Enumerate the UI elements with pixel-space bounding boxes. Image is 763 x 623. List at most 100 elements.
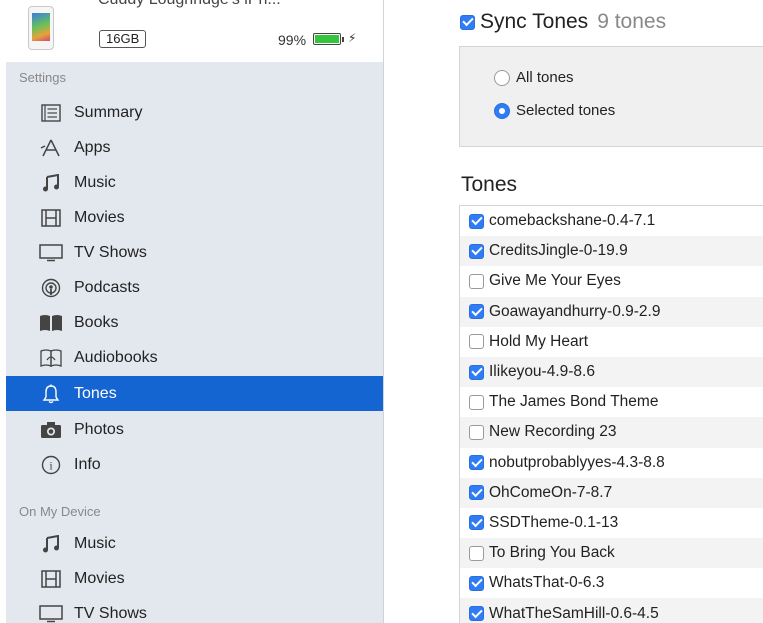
tone-row[interactable]: Ilikeyou-4.9-8.6 (460, 356, 763, 388)
sidebar-item-label: Music (74, 534, 116, 552)
tone-row[interactable]: To Bring You Back (460, 538, 763, 569)
tone-name: WhatTheSamHill-0.6-4.5 (489, 604, 659, 622)
tone-row[interactable]: Hold My Heart (460, 327, 763, 357)
bell-icon (38, 381, 64, 407)
sync-tones-label[interactable]: Sync Tones (480, 10, 588, 34)
main-panel: Sync Tones 9 tones All tones Selected to… (440, 0, 763, 623)
tone-row[interactable]: Give Me Your Eyes (460, 266, 763, 296)
device-name[interactable]: Cuddy Loughridge's iPh... (98, 0, 281, 9)
sidebar-item-movies[interactable]: Movies (6, 200, 383, 235)
tone-checkbox[interactable] (469, 394, 484, 410)
selected-tones-option[interactable]: Selected tones (494, 102, 615, 119)
movies-icon (38, 566, 64, 592)
sidebar-item-music[interactable]: Music (6, 165, 383, 200)
tone-checkbox[interactable] (469, 304, 484, 320)
camera-icon (38, 417, 64, 443)
sidebar-item-podcasts[interactable]: Podcasts (6, 270, 383, 305)
books-icon (38, 310, 64, 336)
audiobooks-icon (38, 345, 64, 371)
battery-percent: 99% (278, 32, 307, 48)
music-icon (38, 170, 64, 196)
sync-tones-row: Sync Tones 9 tones (460, 10, 666, 34)
selected-tones-label: Selected tones (516, 102, 616, 119)
podcasts-icon (38, 275, 64, 301)
sidebar-item-label: Music (74, 173, 116, 191)
apps-icon (38, 135, 64, 161)
sidebar-item-tv-shows[interactable]: TV Shows (6, 235, 383, 270)
tone-checkbox[interactable] (469, 545, 484, 561)
sidebar-item-label: Podcasts (74, 278, 140, 296)
sidebar-item-label: Photos (74, 420, 124, 438)
tone-checkbox[interactable] (469, 243, 484, 259)
sidebar-item-label: Tones (74, 384, 117, 402)
sidebar-item-summary[interactable]: Summary (6, 95, 383, 130)
sidebar-item-label: Summary (74, 103, 143, 121)
sidebar-item-label: Info (74, 455, 101, 473)
tv-icon (38, 601, 64, 623)
tone-name: Give Me Your Eyes (489, 272, 621, 290)
sidebar-item-label: TV Shows (74, 604, 147, 622)
tone-count: 9 tones (597, 10, 667, 33)
all-tones-option[interactable]: All tones (494, 69, 574, 86)
tone-row[interactable]: WhatsThat-0-6.3 (460, 568, 763, 598)
sidebar-item-label: Movies (74, 208, 125, 226)
tone-row[interactable]: New Recording 23 (460, 417, 763, 448)
music-icon (38, 531, 64, 557)
battery-icon (313, 33, 344, 45)
tone-name: Hold My Heart (489, 332, 589, 350)
tone-row[interactable]: The James Bond Theme (460, 387, 763, 417)
svg-text:i: i (49, 458, 53, 472)
all-tones-label: All tones (516, 69, 574, 86)
tone-name: Goawayandhurry-0.9-2.9 (489, 302, 661, 320)
sync-options-box: All tones Selected tones (459, 46, 763, 147)
sidebar-item-photos[interactable]: Photos (6, 412, 383, 447)
movies-icon (38, 205, 64, 231)
sidebar-item-device-music[interactable]: Music (6, 526, 383, 561)
sidebar-item-apps[interactable]: Apps (6, 130, 383, 165)
tone-checkbox[interactable] (469, 364, 484, 380)
tone-row[interactable]: Goawayandhurry-0.9-2.9 (460, 296, 763, 327)
tone-name: WhatsThat-0-6.3 (489, 574, 605, 592)
tone-checkbox[interactable] (469, 424, 484, 440)
capacity-badge: 16GB (99, 30, 147, 48)
sidebar-item-label: Audiobooks (74, 348, 158, 366)
charging-icon: ⚡ (348, 31, 357, 45)
tone-name: New Recording 23 (489, 423, 617, 441)
tone-name: To Bring You Back (489, 544, 615, 562)
tone-checkbox[interactable] (469, 213, 484, 229)
sidebar-item-books[interactable]: Books (6, 305, 383, 340)
sync-tones-checkbox[interactable] (460, 14, 475, 30)
sidebar-item-info[interactable]: i Info (6, 447, 383, 482)
tone-checkbox[interactable] (469, 485, 484, 501)
tone-checkbox[interactable] (469, 334, 484, 350)
sidebar-item-label: Apps (74, 138, 111, 156)
sidebar: Cuddy Loughridge's iPh... 16GB 99% ⚡ Set… (6, 0, 384, 623)
summary-icon (38, 100, 64, 126)
tone-row[interactable]: nobutprobablyyes-4.3-8.8 (460, 448, 763, 478)
tone-row[interactable]: comebackshane-0.4-7.1 (460, 206, 763, 236)
tone-name: Ilikeyou-4.9-8.6 (489, 363, 595, 381)
tone-row[interactable]: CreditsJingle-0-19.9 (460, 236, 763, 267)
tone-checkbox[interactable] (469, 515, 484, 531)
settings-heading: Settings (19, 70, 66, 85)
tone-row[interactable]: OhComeOn-7-8.7 (460, 477, 763, 508)
tones-heading: Tones (461, 173, 518, 196)
tone-row[interactable]: SSDTheme-0.1-13 (460, 508, 763, 538)
sidebar-item-tones[interactable]: Tones (6, 376, 383, 411)
device-header[interactable]: Cuddy Loughridge's iPh... 16GB 99% ⚡ (6, 0, 383, 62)
sidebar-item-device-movies[interactable]: Movies (6, 561, 383, 596)
selected-tones-radio[interactable] (494, 102, 510, 119)
sidebar-item-device-tv-shows[interactable]: TV Shows (6, 596, 383, 623)
tone-checkbox[interactable] (469, 273, 484, 289)
tone-row[interactable]: WhatTheSamHill-0.6-4.5 (460, 598, 763, 623)
tone-name: The James Bond Theme (489, 393, 659, 411)
sidebar-item-label: Movies (74, 569, 125, 587)
tone-name: OhComeOn-7-8.7 (489, 483, 613, 501)
tone-checkbox[interactable] (469, 606, 484, 622)
iphone-icon (28, 6, 54, 50)
sidebar-item-audiobooks[interactable]: Audiobooks (6, 340, 383, 375)
tone-checkbox[interactable] (469, 575, 484, 591)
tone-checkbox[interactable] (469, 455, 484, 471)
tone-name: comebackshane-0.4-7.1 (489, 212, 656, 230)
all-tones-radio[interactable] (494, 69, 510, 86)
